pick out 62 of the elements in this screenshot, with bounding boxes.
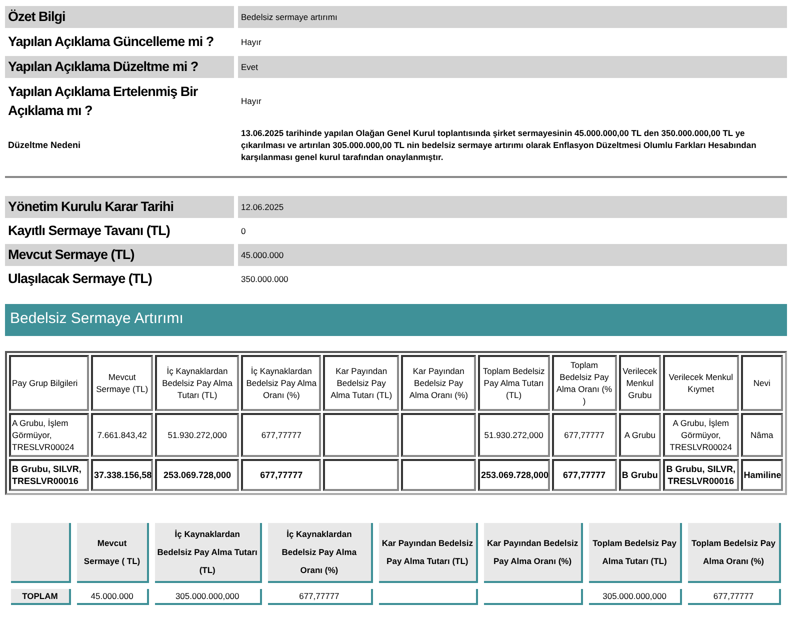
table-cell: 45.000.000 bbox=[76, 589, 150, 605]
column-header: Toplam Bedelsiz Pay Alma Tutarı (TL) bbox=[478, 355, 550, 411]
field-value: Bedelsiz sermaye artırımı bbox=[238, 6, 787, 28]
field-value: 45.000.000 bbox=[238, 244, 787, 266]
table-cell: 677,77777 bbox=[241, 413, 322, 457]
table-cell: B Grubu bbox=[618, 459, 661, 491]
table-cell: A Grubu, İşlem Görmüyor, TRESLVR00024 bbox=[9, 413, 90, 457]
table-cell: Hamiline bbox=[740, 459, 783, 491]
column-header: Kar Payından Bedelsiz Pay Alma Tutarı (TL) bbox=[323, 355, 400, 411]
table-cell: 677,77777 bbox=[268, 589, 373, 605]
field-value: Evet bbox=[238, 56, 787, 78]
table-cell: 37.338.156,58 bbox=[91, 459, 154, 491]
table-cell: 305.000.000,000 bbox=[589, 589, 682, 605]
table-cell: 7.661.843,42 bbox=[91, 413, 154, 457]
field-value: Hayır bbox=[240, 95, 262, 108]
row-header: TOPLAM bbox=[11, 589, 71, 605]
column-header: Kar Payından Bedelsiz Pay Alma Oranı (%) bbox=[484, 523, 584, 583]
field-label: Yapılan Açıklama Ertelenmiş Bir Açıklama mı ? bbox=[7, 83, 199, 120]
table-cell: Nâma bbox=[740, 413, 783, 457]
table-cell: 51.930.272,000 bbox=[478, 413, 550, 457]
column-header: Mevcut Sermaye ( TL) bbox=[76, 523, 150, 583]
field-value: Hayır bbox=[240, 36, 262, 49]
table-cell: 677,77777 bbox=[688, 589, 781, 605]
table-cell: 677,77777 bbox=[552, 413, 617, 457]
field-label: Yapılan Açıklama Düzeltme mi ? bbox=[5, 56, 234, 78]
field-value: 12.06.2025 bbox=[238, 196, 787, 218]
table-cell: 677,77777 bbox=[241, 459, 322, 491]
table-cell: 253.069.728,000 bbox=[155, 459, 240, 491]
column-header: İç Kaynaklardan Bedelsiz Pay Alma Tutarı (TL) bbox=[155, 523, 262, 583]
table-cell: 305.000.000,000 bbox=[155, 589, 262, 605]
column-header: Mevcut Sermaye (TL) bbox=[91, 355, 154, 411]
field-value: 0 bbox=[240, 224, 247, 238]
table-cell: 253.069.728,000 bbox=[478, 459, 550, 491]
field-label: Yapılan Açıklama Güncelleme mi ? bbox=[7, 33, 215, 51]
table-cell: 677,77777 bbox=[552, 459, 617, 491]
column-header: İç Kaynaklardan Bedelsiz Pay Alma Tutarı (TL) bbox=[155, 355, 240, 411]
table-cell: B Grubu, SILVR, TRESLVR00016 bbox=[9, 459, 90, 491]
column-header: Toplam Bedelsiz Pay Alma Tutarı (TL) bbox=[589, 523, 682, 583]
field-label: Kayıtlı Sermaye Tavanı (TL) bbox=[7, 222, 171, 240]
table-cell: A Grubu bbox=[618, 413, 661, 457]
table-cell: A Grubu, İşlem Görmüyor, TRESLVR00024 bbox=[662, 413, 739, 457]
table-cell: 51.930.272,000 bbox=[155, 413, 240, 457]
column-header: Nevi bbox=[740, 355, 783, 411]
field-label: Özet Bilgi bbox=[5, 6, 234, 28]
section-title: Bedelsiz Sermaye Artırımı bbox=[5, 304, 787, 336]
table-cell: B Grubu, SILVR, TRESLVR00016 bbox=[662, 459, 739, 491]
column-header: Kar Payından Bedelsiz Pay Alma Oranı (%) bbox=[401, 355, 476, 411]
column-header bbox=[11, 523, 71, 583]
column-header: Pay Grup Bilgileri bbox=[9, 355, 90, 411]
column-header: Kar Payından Bedelsiz Pay Alma Tutarı (TL) bbox=[378, 523, 478, 583]
column-header: İç Kaynaklardan Bedelsiz Pay Alma Oranı (%) bbox=[268, 523, 373, 583]
field-value: 350.000.000 bbox=[240, 272, 290, 286]
field-label: Mevcut Sermaye (TL) bbox=[5, 244, 234, 266]
field-label: Yönetim Kurulu Karar Tarihi bbox=[5, 196, 234, 218]
field-label: Düzeltme Nedeni bbox=[7, 138, 82, 152]
column-header: Toplam Bedelsiz Pay Alma Oranı (% ) bbox=[552, 355, 617, 411]
column-header: Verilecek Menkul Grubu bbox=[618, 355, 661, 411]
field-value: 13.06.2025 tarihinde yapılan Olağan Genel Kurul toplantısında şirket sermayesinin 45.000.000,00 TL den 350.000.000,00 TL ye çıkarılması ve artırılan 305.000.000,00 TL nin bedelsiz sermaye artırımı olarak Enflasyon Düzeltmesi Olumlu Farkları Hesabından karşılanması genel kurul tarafından onaylanmıştır. bbox=[240, 127, 758, 164]
column-header: Verilecek Menkul Kıymet bbox=[662, 355, 739, 411]
column-header: Toplam Bedelsiz Pay Alma Oranı (%) bbox=[688, 523, 781, 583]
column-header: İç Kaynaklardan Bedelsiz Pay Alma Oranı (%) bbox=[241, 355, 322, 411]
field-label: Ulaşılacak Sermaye (TL) bbox=[7, 270, 153, 288]
